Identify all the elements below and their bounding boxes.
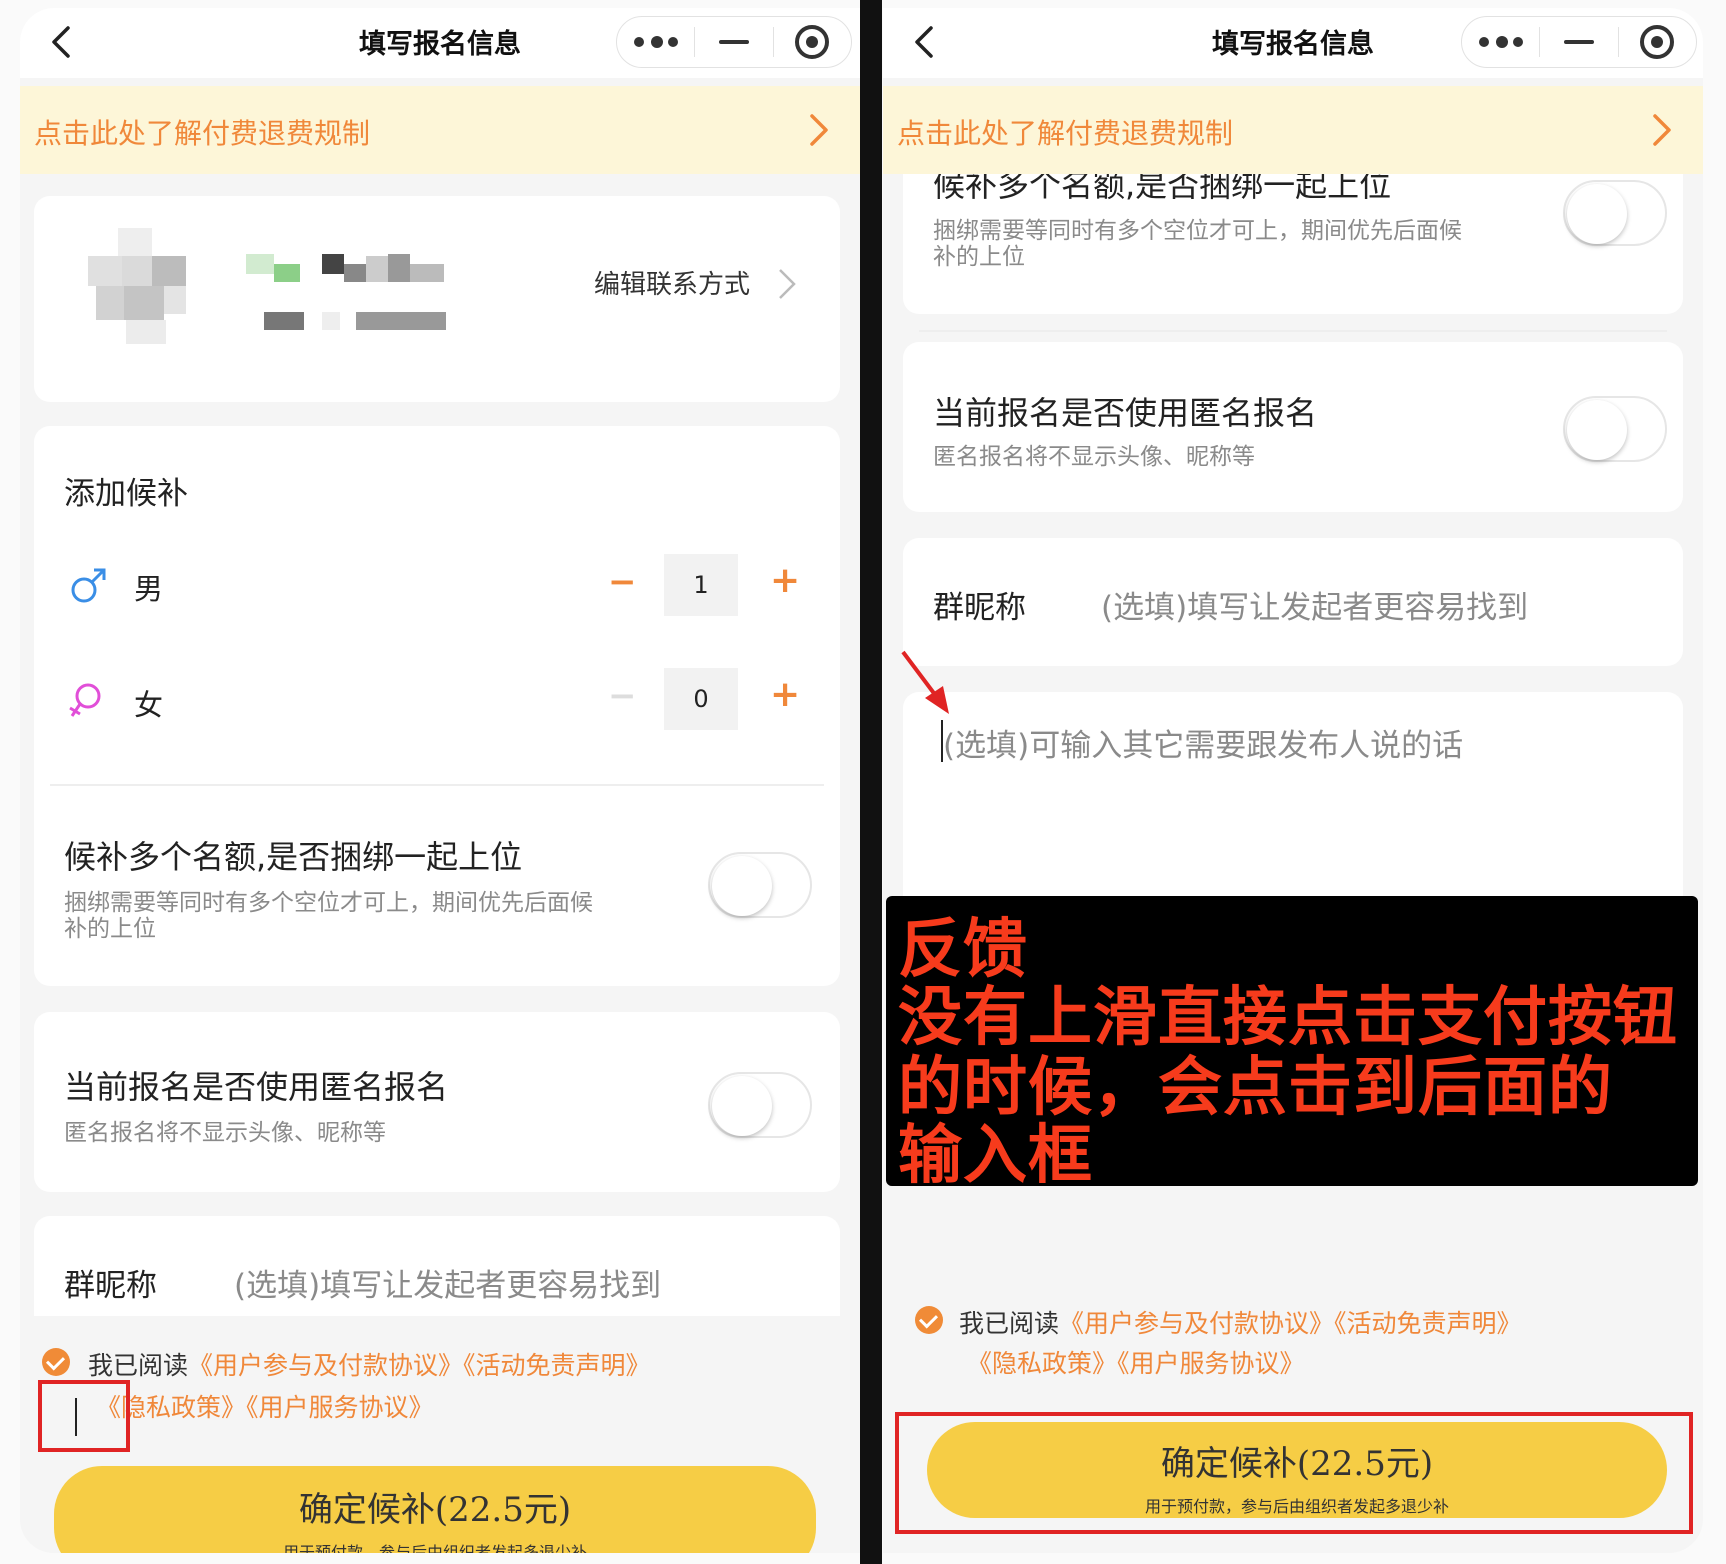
annotation-highlight-button — [895, 1412, 1693, 1534]
anonymous-card: 当前报名是否使用匿名报名 匿名报名将不显示头像、昵称等 — [34, 1012, 840, 1192]
agreement-line-2: 《隐私政策》《用户服务协议》 — [967, 1344, 1305, 1380]
more-menu-button[interactable] — [617, 17, 694, 67]
more-dots-icon — [1478, 36, 1523, 48]
refund-rules-banner[interactable]: 点击此处了解付费退费规制 — [883, 86, 1703, 174]
contact-card: 编辑联系方式 — [34, 196, 840, 402]
bundle-description-line2: 补的上位 — [933, 244, 1025, 270]
toggle-knob — [1567, 400, 1627, 460]
divider — [919, 330, 1667, 332]
bundle-title: 候补多个名额,是否捆绑一起上位 — [64, 838, 523, 876]
payment-agreement-link[interactable]: 《用户参与及付款协议》 — [1059, 1309, 1334, 1338]
bundle-toggle[interactable] — [1563, 180, 1667, 246]
male-increment-button[interactable]: + — [770, 560, 800, 601]
chevron-right-icon — [810, 114, 828, 146]
disclaimer-link[interactable]: 《活动免责声明》 — [463, 1351, 651, 1380]
agreement-check-icon[interactable] — [915, 1306, 943, 1334]
minimize-button[interactable] — [1540, 17, 1617, 67]
feedback-annotation: 反馈 没有上滑直接点击支付按钮 的时候，会点击到后面的 输入框 — [886, 896, 1698, 1193]
bundle-description-line2: 补的上位 — [64, 916, 156, 942]
anonymous-title: 当前报名是否使用匿名报名 — [64, 1068, 449, 1106]
feedback-line-4: 输入框 — [898, 1119, 1093, 1193]
anonymous-card: 当前报名是否使用匿名报名 匿名报名将不显示头像、昵称等 — [903, 342, 1683, 512]
anonymous-toggle[interactable] — [708, 1072, 812, 1138]
text-cursor — [75, 1398, 77, 1436]
target-icon — [1640, 25, 1675, 59]
comparison-canvas: 填写报名信息 点击此处了解付费退费规制 编辑联系方式 添加候补 男 − 1 + … — [0, 0, 1726, 1564]
minus-icon — [718, 40, 749, 44]
minimize-button[interactable] — [695, 17, 772, 67]
target-icon — [795, 25, 830, 59]
waitlist-card: 添加候补 男 − 1 + 女 − 0 + 候补多个名额,是否捆绑一起上位 捆绑需… — [34, 426, 840, 986]
refund-rules-text: 点击此处了解付费退费规制 — [34, 117, 371, 150]
more-menu-button[interactable] — [1462, 17, 1539, 67]
nickname-input[interactable]: (选填)填写让发起者更容易找到 — [1101, 582, 1528, 627]
anonymous-description: 匿名报名将不显示头像、昵称等 — [933, 444, 1255, 470]
left-screenshot: 填写报名信息 点击此处了解付费退费规制 编辑联系方式 添加候补 男 − 1 + … — [20, 8, 860, 1553]
nickname-card: 群昵称 (选填)填写让发起者更容易找到 — [34, 1216, 840, 1316]
more-dots-icon — [633, 36, 678, 48]
waitlist-title: 添加候补 — [64, 476, 188, 512]
confirm-button-subtext: 用于预付款，参与后由组织者发起多退少补 — [282, 1543, 587, 1553]
refund-rules-banner[interactable]: 点击此处了解付费退费规制 — [20, 86, 860, 174]
service-agreement-link[interactable]: 《用户服务协议》 — [246, 1393, 434, 1422]
gender-label-male: 男 — [134, 572, 164, 606]
close-mini-program-button[interactable] — [1619, 17, 1696, 67]
nickname-card: 群昵称 (选填)填写让发起者更容易找到 — [903, 538, 1683, 666]
divider — [50, 784, 824, 786]
male-decrement-button[interactable]: − — [608, 562, 637, 602]
female-decrement-button[interactable]: − — [608, 676, 637, 716]
agreement-prefix: 我已阅读 — [88, 1351, 189, 1380]
right-screenshot: 填写报名信息 候补多个名额,是否捆绑一起上位 捆绑需要等同时有多个空位才可上，期… — [883, 8, 1703, 1553]
nav-bar: 填写报名信息 — [883, 8, 1703, 78]
minus-icon — [1563, 40, 1594, 44]
agreement-line-2: 《隐私政策》《用户服务协议》 — [96, 1388, 434, 1424]
toggle-knob — [1567, 184, 1627, 244]
chevron-right-icon — [1653, 114, 1671, 146]
annotation-arrow-icon — [901, 650, 949, 714]
bundle-description-line1: 捆绑需要等同时有多个空位才可上，期间优先后面候 — [933, 218, 1462, 244]
privacy-policy-link[interactable]: 《隐私政策》 — [967, 1349, 1117, 1378]
nickname-input[interactable]: (选填)填写让发起者更容易找到 — [234, 1260, 661, 1305]
mini-program-capsule — [616, 16, 852, 68]
chevron-right-icon — [779, 269, 796, 299]
edit-contact-link[interactable]: 编辑联系方式 — [594, 264, 750, 301]
user-name-blurred — [246, 254, 466, 334]
bundle-description-line1: 捆绑需要等同时有多个空位才可上，期间优先后面候 — [64, 890, 593, 916]
agreement-check-icon[interactable] — [42, 1348, 70, 1376]
nav-bar: 填写报名信息 — [20, 8, 860, 78]
disclaimer-link[interactable]: 《活动免责声明》 — [1334, 1309, 1522, 1338]
anonymous-toggle[interactable] — [1563, 396, 1667, 462]
toggle-knob — [712, 1076, 772, 1136]
close-mini-program-button[interactable] — [774, 17, 851, 67]
anonymous-title: 当前报名是否使用匿名报名 — [933, 394, 1318, 432]
female-increment-button[interactable]: + — [770, 674, 800, 715]
toggle-knob — [712, 856, 772, 916]
payment-agreement-link[interactable]: 《用户参与及付款协议》 — [188, 1351, 463, 1380]
nickname-label: 群昵称 — [933, 590, 1026, 626]
agreement-prefix: 我已阅读 — [959, 1309, 1060, 1338]
agreement-line-1: 我已阅读《用户参与及付款协议》《活动免责声明》 — [959, 1304, 1522, 1340]
anonymous-description: 匿名报名将不显示头像、昵称等 — [64, 1120, 386, 1146]
confirm-waitlist-button[interactable]: 确定候补(22.5元) 用于预付款，参与后由组织者发起多退少补 — [54, 1466, 816, 1553]
mini-program-capsule — [1461, 16, 1697, 68]
female-quantity-value[interactable]: 0 — [664, 668, 738, 730]
gender-label-female: 女 — [134, 688, 164, 722]
male-symbol-icon — [71, 568, 106, 603]
nickname-label: 群昵称 — [64, 1268, 157, 1304]
confirm-button-label: 确定候补(22.5元) — [298, 1490, 572, 1530]
female-symbol-icon — [69, 683, 101, 717]
service-agreement-link[interactable]: 《用户服务协议》 — [1117, 1349, 1305, 1378]
avatar — [88, 228, 200, 344]
screenshot-divider — [860, 0, 882, 1564]
bottom-action-area: 我已阅读《用户参与及付款协议》《活动免责声明》 《隐私政策》《用户服务协议》 确… — [20, 1316, 860, 1553]
bundle-toggle[interactable] — [708, 852, 812, 918]
male-quantity-value[interactable]: 1 — [664, 554, 738, 616]
message-card: (选填)可输入其它需要跟发布人说的话 — [903, 692, 1683, 922]
message-textarea[interactable]: (选填)可输入其它需要跟发布人说的话 — [943, 720, 1463, 765]
refund-rules-text: 点击此处了解付费退费规制 — [897, 117, 1234, 150]
annotation-highlight-caret — [38, 1380, 130, 1452]
agreement-line-1: 我已阅读《用户参与及付款协议》《活动免责声明》 — [88, 1346, 651, 1382]
